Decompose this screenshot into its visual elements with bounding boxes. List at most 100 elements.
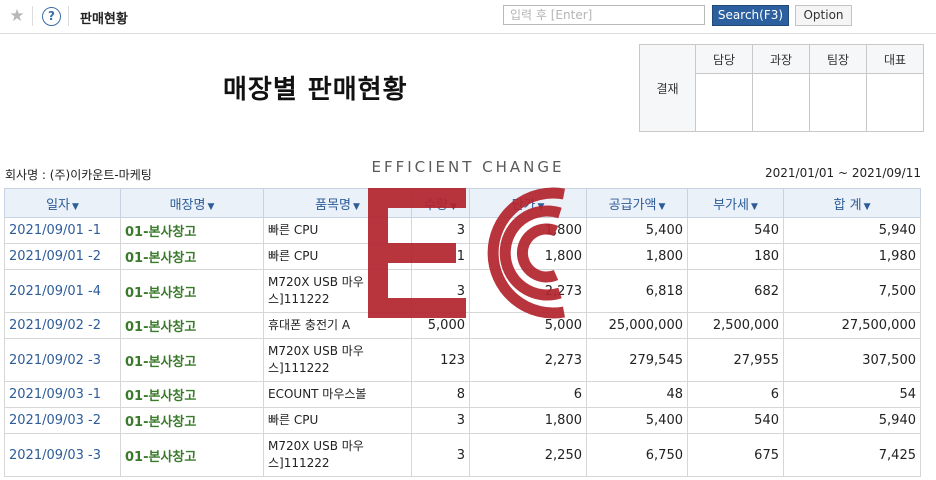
column-header-supply[interactable]: 공급가액 ▼ xyxy=(586,188,688,218)
vat-amount: 2,500,000 xyxy=(687,312,784,339)
total-amount: 27,500,000 xyxy=(783,312,921,339)
column-header-label: 수량 xyxy=(424,197,448,213)
unit-price: 6 xyxy=(469,381,587,408)
quantity: 3 xyxy=(411,433,470,477)
approval-role: 팀장 xyxy=(809,43,867,75)
date-link[interactable]: 2021/09/03 -1 xyxy=(4,381,121,408)
supply-amount: 25,000,000 xyxy=(586,312,688,339)
date-link[interactable]: 2021/09/01 -2 xyxy=(4,243,121,270)
column-header-label: 공급가액 xyxy=(608,197,657,213)
search-input[interactable] xyxy=(503,5,705,25)
divider xyxy=(68,6,69,26)
date-link[interactable]: 2021/09/01 -1 xyxy=(4,217,121,244)
column-header-label: 일자 xyxy=(46,197,70,213)
quantity: 8 xyxy=(411,381,470,408)
approval-sign-box xyxy=(866,73,924,132)
quantity: 3 xyxy=(411,217,470,244)
column-header-date[interactable]: 일자 ▼ xyxy=(4,188,121,218)
approval-box: 결재 담당 과장 팀장 대표 xyxy=(639,43,924,132)
vat-amount: 675 xyxy=(687,433,784,477)
column-header-price[interactable]: 단가 ▼ xyxy=(469,188,587,218)
store-name: 01-본사창고 xyxy=(120,381,264,408)
column-header-qty[interactable]: 수량 ▼ xyxy=(411,188,470,218)
total-amount: 7,425 xyxy=(783,433,921,477)
date-link[interactable]: 2021/09/02 -2 xyxy=(4,312,121,339)
vat-amount: 540 xyxy=(687,407,784,434)
total-amount: 5,940 xyxy=(783,407,921,434)
sort-arrow-icon[interactable]: ▼ xyxy=(538,202,545,212)
approval-label: 결재 xyxy=(639,44,696,132)
unit-price: 2,273 xyxy=(469,269,587,313)
quantity: 1 xyxy=(411,243,470,270)
column-header-vat[interactable]: 부가세 ▼ xyxy=(687,188,784,218)
page-title: 판매현황 xyxy=(80,12,128,27)
column-header-store[interactable]: 매장명 ▼ xyxy=(120,188,264,218)
table-row: 2021/09/01 -1 01-본사창고 빠른 CPU 3 1,800 5,4… xyxy=(4,217,921,244)
quantity: 5,000 xyxy=(411,312,470,339)
table-row: 2021/09/03 -3 01-본사창고 M720X USB 마우스]1112… xyxy=(4,433,921,477)
date-link[interactable]: 2021/09/01 -4 xyxy=(4,269,121,313)
company-name: 회사명 : (주)이카운트-마케팅 xyxy=(5,168,152,182)
column-header-label: 단가 xyxy=(511,197,536,213)
quantity: 3 xyxy=(411,269,470,313)
unit-price: 5,000 xyxy=(469,312,587,339)
column-header-product[interactable]: 품목명 ▼ xyxy=(263,188,412,218)
column-header-label: 부가세 xyxy=(713,197,749,213)
vat-amount: 180 xyxy=(687,243,784,270)
sort-arrow-icon[interactable]: ▼ xyxy=(658,202,665,212)
supply-amount: 1,800 xyxy=(586,243,688,270)
sort-arrow-icon[interactable]: ▼ xyxy=(751,202,758,212)
sort-arrow-icon[interactable]: ▼ xyxy=(864,202,871,212)
total-amount: 54 xyxy=(783,381,921,408)
vat-amount: 6 xyxy=(687,381,784,408)
vat-amount: 682 xyxy=(687,269,784,313)
option-button[interactable]: Option xyxy=(795,5,852,26)
unit-price: 1,800 xyxy=(469,407,587,434)
store-name: 01-본사창고 xyxy=(120,407,264,434)
table-row: 2021/09/01 -2 01-본사창고 빠른 CPU 1 1,800 1,8… xyxy=(4,243,921,270)
approval-sign-box xyxy=(695,73,753,132)
sales-table: 일자 ▼ 매장명 ▼ 품목명 ▼ 수량 ▼ 단가 ▼ 공급가액 ▼ 부가세 ▼ 합 계 ▼ 20… xyxy=(4,188,921,477)
table-row: 2021/09/02 -3 01-본사창고 M720X USB 마우스]1112… xyxy=(4,338,921,382)
date-link[interactable]: 2021/09/02 -3 xyxy=(4,338,121,382)
column-header-total[interactable]: 합 계 ▼ xyxy=(783,188,921,218)
supply-amount: 5,400 xyxy=(586,407,688,434)
product-name: 빠른 CPU xyxy=(263,243,412,270)
product-name: 빠른 CPU xyxy=(263,407,412,434)
supply-amount: 5,400 xyxy=(586,217,688,244)
total-amount: 307,500 xyxy=(783,338,921,382)
divider xyxy=(32,6,33,26)
product-name: M720X USB 마우스]111222 xyxy=(263,269,412,313)
report-title: 매장별 판매현황 xyxy=(223,75,408,105)
approval-sign-box xyxy=(752,73,810,132)
report-period: 2021/01/01 ~ 2021/09/11 xyxy=(764,166,921,180)
sort-arrow-icon[interactable]: ▼ xyxy=(207,202,214,212)
approval-role: 대표 xyxy=(866,43,924,75)
watermark-text: EFFICIENT CHANGE xyxy=(371,158,565,176)
date-link[interactable]: 2021/09/03 -3 xyxy=(4,433,121,477)
column-header-label: 합 계 xyxy=(833,197,862,213)
store-name: 01-본사창고 xyxy=(120,312,264,339)
top-toolbar: ★ ? 판매현황 Search(F3) Option xyxy=(0,0,936,34)
sort-arrow-icon[interactable]: ▼ xyxy=(450,202,457,212)
store-name: 01-본사창고 xyxy=(120,243,264,270)
column-header-label: 매장명 xyxy=(169,197,206,213)
date-link[interactable]: 2021/09/03 -2 xyxy=(4,407,121,434)
star-icon[interactable]: ★ xyxy=(6,5,28,27)
product-name: ECOUNT 마우스볼 xyxy=(263,381,412,408)
vat-amount: 27,955 xyxy=(687,338,784,382)
sort-arrow-icon[interactable]: ▼ xyxy=(72,202,79,212)
supply-amount: 6,750 xyxy=(586,433,688,477)
approval-role: 담당 xyxy=(695,43,753,75)
help-icon[interactable]: ? xyxy=(42,7,61,26)
search-button[interactable]: Search(F3) xyxy=(712,5,789,26)
sort-arrow-icon[interactable]: ▼ xyxy=(353,202,360,212)
table-row: 2021/09/01 -4 01-본사창고 M720X USB 마우스]1112… xyxy=(4,269,921,313)
unit-price: 2,273 xyxy=(469,338,587,382)
column-header-label: 품목명 xyxy=(315,197,351,213)
quantity: 123 xyxy=(411,338,470,382)
unit-price: 1,800 xyxy=(469,243,587,270)
product-name: M720X USB 마우스]111222 xyxy=(263,338,412,382)
unit-price: 2,250 xyxy=(469,433,587,477)
supply-amount: 48 xyxy=(586,381,688,408)
